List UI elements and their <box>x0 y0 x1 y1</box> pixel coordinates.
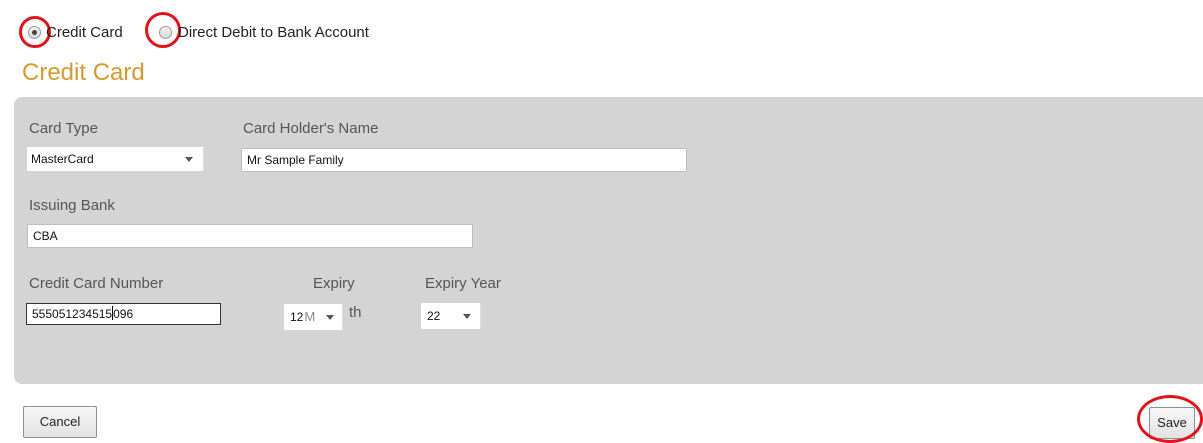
highlight-ring-direct-debit <box>145 12 181 48</box>
issuing-bank-input[interactable]: CBA <box>27 224 473 248</box>
expiry-month-label: Expiry <box>313 275 355 292</box>
card-type-value: MasterCard <box>31 152 94 166</box>
expiry-month-label-tail: th <box>349 304 362 321</box>
chevron-down-icon <box>463 314 471 319</box>
section-title: Credit Card <box>22 59 145 86</box>
issuing-bank-label: Issuing Bank <box>29 197 115 214</box>
expiry-year-value: 22 <box>427 309 441 323</box>
card-type-select[interactable]: MasterCard <box>27 147 204 171</box>
expiry-year-select[interactable]: 22 <box>421 303 481 329</box>
chevron-down-icon <box>326 315 334 320</box>
holder-name-label: Card Holder's Name <box>243 120 379 137</box>
chevron-down-icon <box>185 157 193 162</box>
credit-card-radio-label[interactable]: Credit Card <box>46 24 123 42</box>
card-number-label: Credit Card Number <box>29 275 164 292</box>
expiry-year-label: Expiry Year <box>425 275 501 292</box>
expiry-month-select[interactable]: 12M <box>284 304 343 330</box>
cancel-button[interactable]: Cancel <box>23 406 97 438</box>
expiry-month-value: 12 <box>290 310 304 324</box>
card-number-value-start: 555051234515 <box>32 307 113 321</box>
holder-name-input[interactable]: Mr Sample Family <box>241 148 687 172</box>
card-number-input[interactable]: 555051234515096 <box>26 303 221 325</box>
direct-debit-radio-label[interactable]: Direct Debit to Bank Account <box>178 24 369 42</box>
card-type-label: Card Type <box>29 120 98 137</box>
expiry-month-hidden-label-fragment: M <box>304 309 316 324</box>
highlight-ring-save <box>1137 395 1203 443</box>
card-number-value-end: 096 <box>113 307 134 321</box>
